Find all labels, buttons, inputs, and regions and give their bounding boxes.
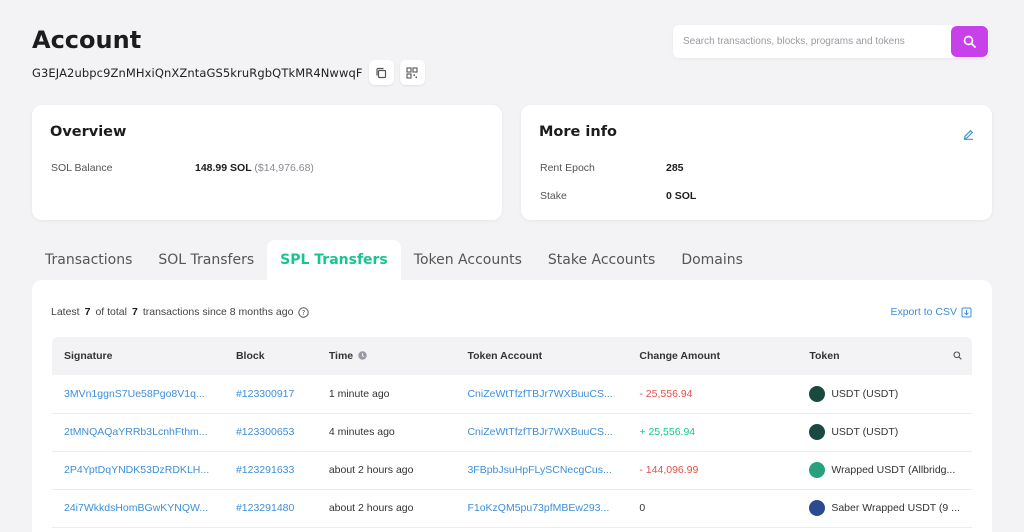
time-toggle-icon[interactable] <box>358 351 367 360</box>
summary-middle: of total <box>95 306 127 318</box>
token-logo-icon <box>809 385 826 402</box>
block-link[interactable]: #123291633 <box>224 451 317 489</box>
more-info-title: More info <box>539 124 617 140</box>
page-title: Account <box>32 26 142 54</box>
summary-suffix: transactions since 8 months ago <box>142 306 294 318</box>
copy-icon <box>376 67 387 78</box>
tab-stake-accounts[interactable]: Stake Accounts <box>535 240 668 280</box>
token-cell[interactable]: USDT (USDT) <box>797 413 972 451</box>
spl-transfers-table: Signature Block Time Token Account Chang… <box>52 337 972 528</box>
change-amount-cell: + 25,556.94 <box>639 426 696 438</box>
sol-balance-label: SOL Balance <box>51 162 113 174</box>
search-button[interactable] <box>951 26 988 57</box>
download-icon <box>961 307 972 317</box>
summary-prefix: Latest <box>51 306 80 318</box>
tab-token-accounts[interactable]: Token Accounts <box>401 240 535 280</box>
tab-spl-transfers[interactable]: SPL Transfers <box>267 240 401 280</box>
time-cell: 1 minute ago <box>328 387 390 400</box>
sol-balance-value: 148.99 SOL <box>195 162 252 174</box>
account-address: G3EJA2ubpc9ZnMHxiQnXZntaGS5kruRgbQTkMR4N… <box>32 65 363 80</box>
overview-title: Overview <box>50 124 127 140</box>
token-name: USDT (USDT) <box>831 426 899 438</box>
token-name: Wrapped USDT (Allbridg... <box>831 464 956 476</box>
qr-code-button[interactable] <box>399 60 425 85</box>
table-row: 24i7WkkdsHomBGwKYNQW... #123291480 about 2… <box>52 489 972 527</box>
svg-text:?: ? <box>302 309 306 317</box>
more-info-card: More info Rent Epoch 285 Stake 0 SOL <box>521 105 992 220</box>
search-bar <box>673 25 989 58</box>
column-header-token: Token <box>797 337 972 375</box>
column-header-time: Time <box>317 337 456 375</box>
change-amount-cell: 0 <box>639 502 646 514</box>
column-header-signature: Signature <box>64 350 113 362</box>
token-name: Saber Wrapped USDT (9 ... <box>831 502 960 514</box>
account-tabs: Transactions SOL Transfers SPL Transfers… <box>32 240 756 280</box>
signature-link[interactable]: 3MVn1ggnS7Ue58Pgo8V1q... <box>52 375 224 413</box>
token-cell[interactable]: Wrapped USDT (Allbridg... <box>797 451 972 489</box>
token-cell[interactable]: USDT (USDT) <box>797 375 972 413</box>
address-row: G3EJA2ubpc9ZnMHxiQnXZntaGS5kruRgbQTkMR4N… <box>32 60 425 85</box>
token-logo-icon <box>809 462 826 478</box>
qr-code-icon <box>406 66 418 79</box>
change-amount-cell: - 25,556.94 <box>639 387 693 400</box>
spl-transfers-panel: Latest 7 of total 7 transactions since 8… <box>32 280 992 532</box>
sol-balance-usd: ($14,976.68) <box>254 162 314 174</box>
search-icon <box>963 35 976 48</box>
table-row: 2P4YptDqYNDK53DzRDKLH... #123291633 about … <box>52 451 972 489</box>
export-csv-label: Export to CSV <box>890 306 957 318</box>
export-csv-button[interactable]: Export to CSV <box>890 306 972 318</box>
signature-link[interactable]: 24i7WkkdsHomBGwKYNQW... <box>52 489 224 527</box>
column-header-change-amount: Change Amount <box>639 350 721 362</box>
time-cell: about 2 hours ago <box>328 502 414 514</box>
token-account-link[interactable]: 3FBpbJsuHpFLySCNecgCus... <box>455 451 627 489</box>
tab-domains[interactable]: Domains <box>668 240 756 280</box>
time-cell: 4 minutes ago <box>328 426 395 438</box>
token-name: USDT (USDT) <box>831 387 899 400</box>
table-header-row: Signature Block Time Token Account Chang… <box>52 337 972 375</box>
table-row: 3MVn1ggnS7Ue58Pgo8V1q... #123300917 1 minu… <box>52 375 972 413</box>
column-header-token-label: Token <box>809 350 840 362</box>
block-link[interactable]: #123300653 <box>224 413 317 451</box>
help-icon[interactable]: ? <box>298 306 310 318</box>
tab-sol-transfers[interactable]: SOL Transfers <box>145 240 267 280</box>
column-header-time-label: Time <box>328 350 354 362</box>
rent-epoch-label: Rent Epoch <box>540 162 595 174</box>
copy-address-button[interactable] <box>368 60 394 85</box>
signature-link[interactable]: 2tMNQAQaYRRb3LcnhFthm... <box>52 413 224 451</box>
token-account-link[interactable]: CniZeWtTfzfTBJr7WXBuuCS... <box>455 375 627 413</box>
column-header-token-account: Token Account <box>467 350 543 362</box>
token-cell[interactable]: Saber Wrapped USDT (9 ... <box>797 489 972 527</box>
sol-balance-value-wrap: 148.99 SOL ($14,976.68) <box>195 162 314 174</box>
block-link[interactable]: #123300917 <box>224 375 317 413</box>
stake-value: 0 SOL <box>666 190 697 202</box>
block-link[interactable]: #123291480 <box>224 489 317 527</box>
filter-search-icon[interactable] <box>953 351 962 360</box>
overview-card: Overview SOL Balance 148.99 SOL ($14,976… <box>32 105 502 220</box>
pencil-icon <box>963 129 974 140</box>
token-account-link[interactable]: F1oKzQM5pu73pfMBEw293... <box>455 489 627 527</box>
tab-transactions[interactable]: Transactions <box>32 240 145 280</box>
column-header-block: Block <box>235 350 265 362</box>
rent-epoch-value: 285 <box>666 162 684 174</box>
summary-total: 7 <box>131 306 138 318</box>
signature-link[interactable]: 2P4YptDqYNDK53DzRDKLH... <box>52 451 224 489</box>
stake-label: Stake <box>540 190 567 202</box>
edit-button[interactable] <box>963 127 974 145</box>
token-logo-icon <box>809 424 826 440</box>
token-logo-icon <box>809 500 826 516</box>
table-row: 2tMNQAQaYRRb3LcnhFthm... #123300653 4 minu… <box>52 413 972 451</box>
transactions-summary: Latest 7 of total 7 transactions since 8… <box>51 306 310 318</box>
token-account-link[interactable]: CniZeWtTfzfTBJr7WXBuuCS... <box>455 413 627 451</box>
change-amount-cell: - 144,096.99 <box>639 464 699 476</box>
time-cell: about 2 hours ago <box>328 464 414 476</box>
search-input[interactable] <box>673 25 951 58</box>
summary-latest: 7 <box>84 306 91 318</box>
